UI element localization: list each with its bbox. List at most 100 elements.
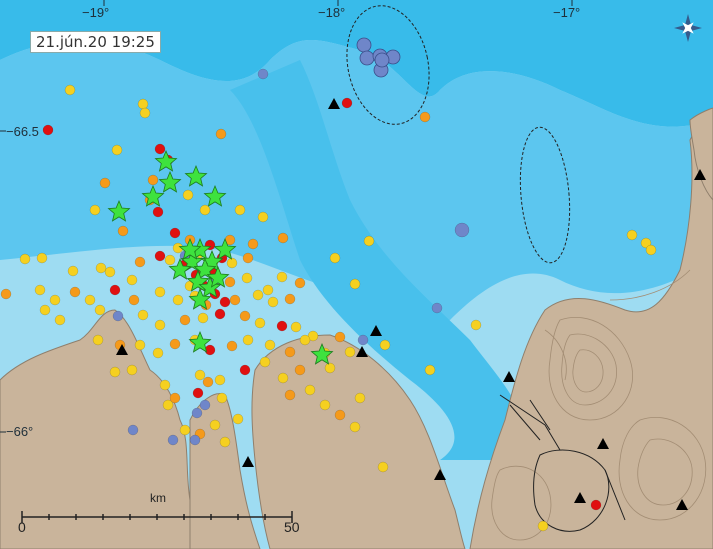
event-dot-yellow: [209, 419, 221, 431]
event-dot-blue: [374, 52, 390, 68]
event-dot-orange: [242, 252, 254, 264]
scale-max-label: 50: [284, 519, 300, 535]
latitude-label-66: −66°: [6, 424, 34, 439]
event-dot-red: [42, 124, 54, 136]
event-dot-yellow: [377, 461, 389, 473]
event-dot-yellow: [319, 399, 331, 411]
event-dot-yellow: [137, 98, 149, 110]
event-dot-yellow: [262, 284, 274, 296]
event-dot-blue: [431, 302, 443, 314]
longitude-label-18: −18°: [318, 5, 346, 20]
event-dot-yellow: [109, 366, 121, 378]
event-dot-red: [204, 344, 216, 356]
event-dot-yellow: [324, 362, 336, 374]
event-dot-red: [169, 227, 181, 239]
event-dot-yellow: [34, 284, 46, 296]
event-dot-yellow: [139, 107, 151, 119]
event-dot-orange: [229, 294, 241, 306]
event-dot-blue: [199, 399, 211, 411]
event-dot-yellow: [64, 84, 76, 96]
event-dot-yellow: [257, 211, 269, 223]
event-dot-orange: [134, 256, 146, 268]
event-dot-yellow: [277, 372, 289, 384]
event-dot-yellow: [424, 364, 436, 376]
event-dot-yellow: [242, 334, 254, 346]
event-dot-yellow: [252, 289, 264, 301]
event-dot-yellow: [194, 369, 206, 381]
event-dot-yellow: [54, 314, 66, 326]
event-dot-blue: [357, 334, 369, 346]
event-dot-orange: [226, 340, 238, 352]
event-dot-yellow: [197, 312, 209, 324]
event-dot-yellow: [67, 265, 79, 277]
event-dot-orange: [284, 346, 296, 358]
event-dot-orange: [169, 338, 181, 350]
event-dot-yellow: [104, 266, 116, 278]
event-dot-yellow: [645, 244, 657, 256]
event-dot-red: [276, 320, 288, 332]
event-dot-yellow: [39, 304, 51, 316]
event-dot-yellow: [276, 271, 288, 283]
event-dot-yellow: [84, 294, 96, 306]
event-dot-orange: [128, 294, 140, 306]
event-dot-orange: [284, 293, 296, 305]
event-dot-blue: [359, 50, 375, 66]
event-dot-yellow: [199, 204, 211, 216]
event-dot-yellow: [214, 374, 226, 386]
event-dot-yellow: [126, 274, 138, 286]
event-dot-yellow: [19, 253, 31, 265]
event-dot-orange: [334, 331, 346, 343]
event-dot-yellow: [264, 339, 276, 351]
event-dot-yellow: [299, 334, 311, 346]
event-dot-red: [152, 206, 164, 218]
event-dot-yellow: [537, 520, 549, 532]
event-dot-red: [154, 250, 166, 262]
event-dot-yellow: [470, 319, 482, 331]
event-dot-orange: [224, 276, 236, 288]
event-dot-yellow: [94, 304, 106, 316]
latitude-label-66-5: −66.5: [6, 124, 39, 139]
event-dot-yellow: [172, 294, 184, 306]
earthquake-map: [0, 0, 713, 549]
event-dot-yellow: [267, 296, 279, 308]
event-dot-orange: [284, 389, 296, 401]
event-dot-yellow: [162, 399, 174, 411]
event-dot-yellow: [137, 309, 149, 321]
event-dot-red: [192, 387, 204, 399]
event-dot-yellow: [154, 319, 166, 331]
event-dot-blue: [127, 424, 139, 436]
event-dot-yellow: [36, 252, 48, 264]
longitude-label-17: −17°: [553, 5, 581, 20]
event-dot-yellow: [354, 392, 366, 404]
event-dot-yellow: [234, 204, 246, 216]
event-dot-blue: [356, 37, 372, 53]
event-dot-yellow: [329, 252, 341, 264]
event-dot-yellow: [92, 334, 104, 346]
event-dot-blue: [189, 434, 201, 446]
event-dot-yellow: [111, 144, 123, 156]
event-dot-yellow: [134, 339, 146, 351]
event-dot-orange: [0, 288, 12, 300]
event-dot-yellow: [254, 317, 266, 329]
event-dot-red: [590, 499, 602, 511]
event-dot-yellow: [126, 364, 138, 376]
event-dot-orange: [334, 409, 346, 421]
event-dot-yellow: [626, 229, 638, 241]
event-dot-orange: [147, 174, 159, 186]
event-dot-yellow: [216, 392, 228, 404]
event-dot-red: [341, 97, 353, 109]
event-dot-yellow: [259, 356, 271, 368]
event-dot-red: [214, 308, 226, 320]
event-dot-yellow: [164, 254, 176, 266]
event-dot-yellow: [344, 346, 356, 358]
event-dot-yellow: [182, 189, 194, 201]
event-dot-orange: [179, 314, 191, 326]
event-dot-yellow: [89, 204, 101, 216]
scale-min-label: 0: [18, 519, 26, 535]
scale-unit-label: km: [150, 491, 166, 505]
timestamp-label: 21.jún.20 19:25: [30, 31, 161, 53]
event-dot-yellow: [363, 235, 375, 247]
event-dot-yellow: [290, 321, 302, 333]
event-dot-orange: [294, 277, 306, 289]
event-dot-blue: [191, 407, 203, 419]
